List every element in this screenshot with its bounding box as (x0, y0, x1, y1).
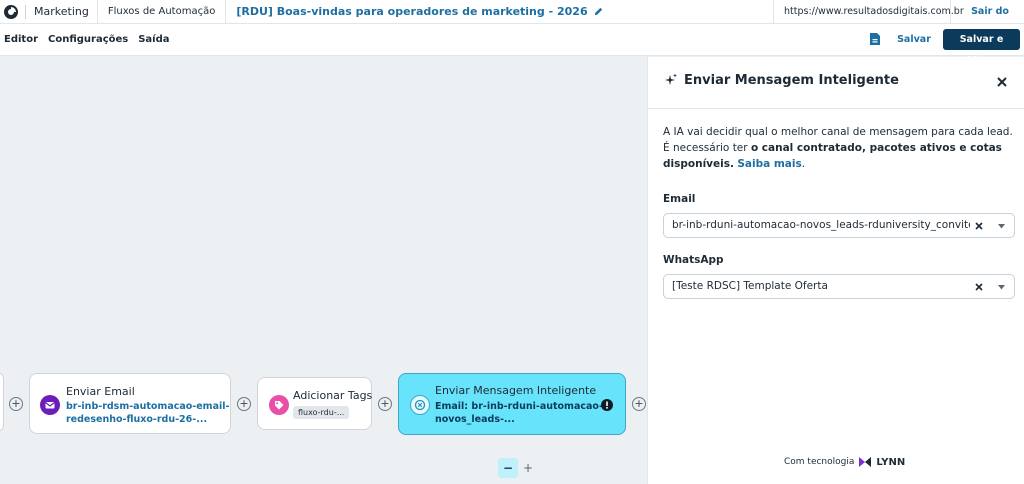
save-activate-button[interactable]: Salvar e Ativar (943, 29, 1020, 66)
learn-more-link[interactable]: Saiba mais (737, 158, 801, 170)
step-settings-panel: Enviar Mensagem Inteligente A IA vai dec… (647, 57, 1024, 484)
tag-icon (269, 395, 289, 415)
exit-editor-link[interactable]: Sair do editor (956, 0, 1024, 41)
panel-title: Enviar Mensagem Inteligente (684, 73, 899, 88)
email-select[interactable]: br-inb-rduni-automacao-novos_leads-rduni… (663, 213, 1015, 238)
add-step-button[interactable]: + (237, 397, 251, 411)
lynn-logo-icon (859, 457, 872, 467)
powered-by: Com tecnologia LYNN (784, 456, 905, 468)
node-title: Enviar Email (66, 385, 135, 398)
menu-output[interactable]: Saída (138, 34, 169, 45)
whatsapp-select-value: [Teste RDSC] Template Oferta (672, 280, 828, 292)
flow-title[interactable]: [RDU] Boas-vindas para operadores de mar… (225, 0, 603, 24)
node-title: Enviar Mensagem Inteligente (435, 384, 597, 397)
panel-header: Enviar Mensagem Inteligente (648, 57, 1024, 109)
smart-message-icon (410, 395, 430, 415)
tag-shape-icon (275, 401, 284, 410)
zoom-out-button[interactable]: − (498, 458, 518, 478)
lynn-brand: LYNN (876, 456, 906, 468)
envelope-icon (45, 402, 55, 409)
save-button[interactable]: Salvar (895, 31, 933, 49)
tag-chip: fluxo-rdu-... (293, 406, 350, 419)
node-smart-message[interactable]: Enviar Mensagem Inteligente Email: br-in… (398, 373, 626, 435)
node-subtitle-line2: redesenho-fluxo-rdu-26-... (66, 414, 208, 425)
add-step-button[interactable]: + (378, 397, 392, 411)
pencil-icon[interactable] (593, 6, 604, 17)
smart-channel-icon (414, 399, 426, 411)
whatsapp-select[interactable]: [Teste RDSC] Template Oferta (663, 274, 1015, 299)
previous-node-edge[interactable] (0, 372, 4, 432)
flow-title-text: [RDU] Boas-vindas para operadores de mar… (236, 4, 588, 18)
node-send-email[interactable]: Enviar Email br-inb-rdsm-automacao-email… (29, 373, 231, 434)
email-select-value: br-inb-rduni-automacao-novos_leads-rduni… (672, 219, 970, 231)
node-subtitle-line2: novos_leads-... (435, 414, 515, 425)
menu-settings[interactable]: Configurações (48, 34, 128, 45)
warning-icon[interactable] (601, 399, 613, 411)
node-subtitle-line1: br-inb-rdsm-automacao-email- (66, 401, 230, 412)
desc-period: . (801, 158, 806, 170)
node-title: Adicionar Tags (293, 389, 373, 402)
add-step-button[interactable]: + (632, 397, 646, 411)
breadcrumb-flows[interactable]: Fluxos de Automação (96, 0, 226, 24)
sparkle-icon (665, 73, 677, 85)
menu-editor[interactable]: Editor (4, 34, 38, 45)
email-field-label: Email (663, 193, 696, 205)
brand-logo[interactable]: Marketing (0, 0, 97, 23)
site-url: https://www.resultadosdigitais.com.br (773, 0, 964, 24)
panel-description: A IA vai decidir qual o melhor canal de … (663, 124, 1013, 172)
close-icon[interactable] (997, 77, 1007, 87)
clear-icon[interactable] (975, 222, 983, 230)
rd-logo-icon (4, 4, 18, 19)
node-subtitle-line1: Email: br-inb-rduni-automacao- (435, 401, 603, 412)
whatsapp-field-label: WhatsApp (663, 254, 724, 266)
add-step-button[interactable]: + (9, 397, 23, 411)
clear-icon[interactable] (975, 283, 983, 291)
powered-by-text: Com tecnologia (784, 457, 855, 467)
chevron-down-icon[interactable] (998, 224, 1005, 229)
brand-name: Marketing (25, 4, 97, 19)
chevron-down-icon[interactable] (998, 285, 1005, 290)
file-report-icon[interactable] (870, 33, 880, 45)
zoom-in-button[interactable]: + (522, 458, 534, 478)
node-add-tags[interactable]: Adicionar Tags fluxo-rdu-... (257, 377, 372, 430)
email-icon (40, 395, 60, 415)
